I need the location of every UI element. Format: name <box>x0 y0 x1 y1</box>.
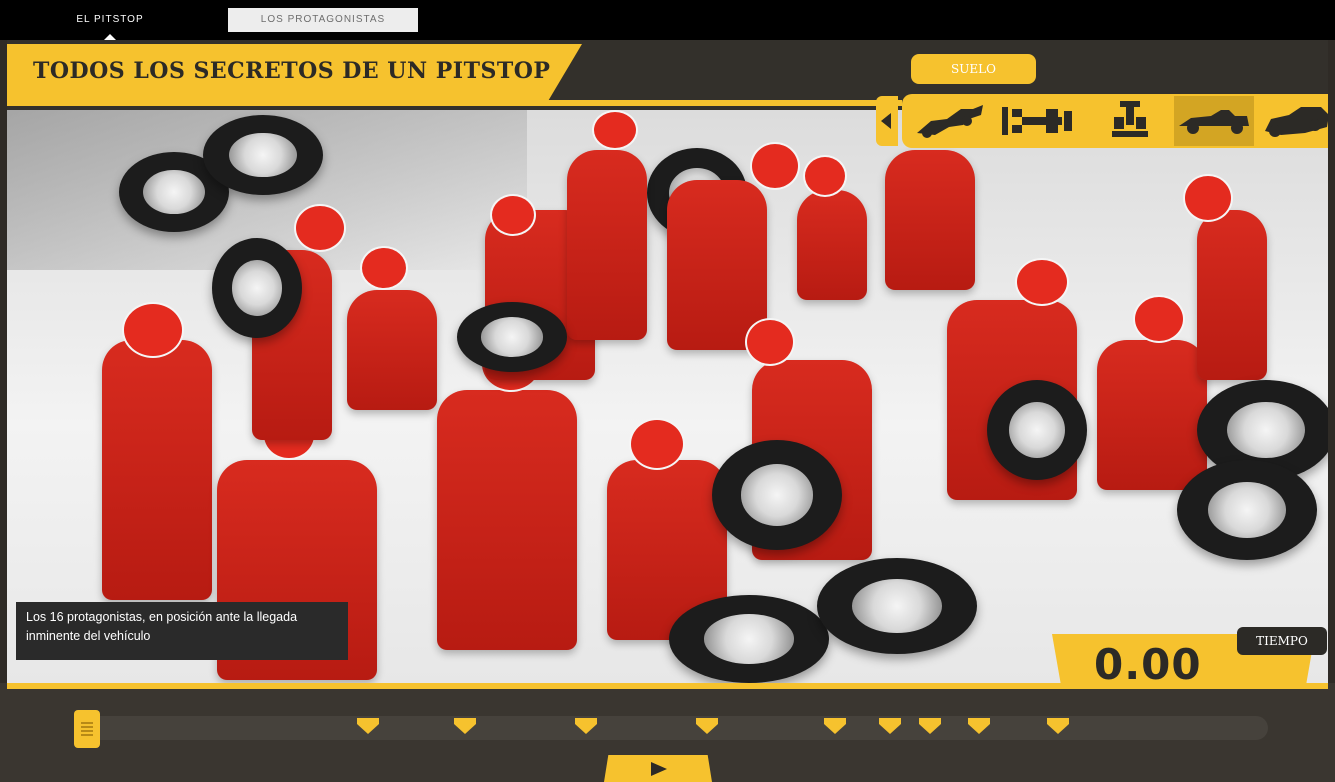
timeline-track[interactable] <box>86 716 1268 740</box>
pitstop-scene-image <box>7 110 1328 683</box>
timeline-top-border <box>7 683 1328 689</box>
play-button[interactable] <box>604 755 712 782</box>
view-label-suelo: SUELO <box>911 54 1036 84</box>
view-btn-car-front[interactable] <box>1090 96 1170 146</box>
helmet <box>1015 258 1069 306</box>
helmet <box>1183 174 1233 222</box>
timeline-marker-icon[interactable] <box>877 716 903 736</box>
crew-member <box>1197 210 1267 380</box>
crew-member <box>102 340 212 600</box>
car-top-icon <box>1002 107 1072 135</box>
timer-value: 0.00 <box>1094 640 1202 689</box>
tab-el-pitstop[interactable]: EL PITSTOP <box>40 8 180 42</box>
tyre <box>987 380 1087 480</box>
car-angle-icon <box>917 105 983 138</box>
view-btn-car-rear-angle[interactable] <box>1256 96 1335 146</box>
crew-member <box>567 150 647 340</box>
helmet <box>803 155 847 197</box>
timeline-scrubber-handle[interactable] <box>74 710 100 748</box>
timeline-marker-icon[interactable] <box>917 716 943 736</box>
car-side-icon <box>1179 110 1249 134</box>
crew-member <box>347 290 437 410</box>
tyre-stack <box>203 115 323 195</box>
helmet <box>592 110 638 150</box>
timeline-marker-icon[interactable] <box>355 716 381 736</box>
tyre <box>817 558 977 654</box>
view-panel-collapse-button[interactable] <box>876 96 898 146</box>
helmet <box>629 418 685 470</box>
helmet <box>745 318 795 366</box>
helmet <box>294 204 346 252</box>
timeline-marker-icon[interactable] <box>822 716 848 736</box>
helmet <box>360 246 408 290</box>
car-rear-angle-icon <box>1265 107 1329 137</box>
helmet <box>122 302 184 358</box>
tab-los-protagonistas[interactable]: LOS PROTAGONISTAS <box>228 8 418 32</box>
timeline-marker-icon[interactable] <box>1045 716 1071 736</box>
chevron-left-icon <box>881 113 891 129</box>
scene-caption: Los 16 protagonistas, en posición ante l… <box>16 602 348 660</box>
timeline-marker-icon[interactable] <box>573 716 599 736</box>
tab-label-protagonistas: LOS PROTAGONISTAS <box>260 14 386 25</box>
timer-label: TIEMPO <box>1237 627 1327 655</box>
helmet <box>750 142 800 190</box>
crew-member <box>1097 340 1207 490</box>
top-nav-bar: EL PITSTOP LOS PROTAGONISTAS <box>0 0 1335 42</box>
tyre <box>712 440 842 550</box>
tab-label-pitstop: EL PITSTOP <box>76 14 144 25</box>
timeline-marker-icon[interactable] <box>452 716 478 736</box>
helmet <box>1133 295 1185 343</box>
tyre <box>457 302 567 372</box>
tyre <box>212 238 302 338</box>
helmet <box>490 194 536 236</box>
banner-underline <box>7 100 902 106</box>
car-front-icon <box>1112 101 1148 137</box>
tyre <box>669 595 829 683</box>
page-title: TODOS LOS SECRETOS DE UN PITSTOP <box>33 58 551 84</box>
crew-member <box>885 150 975 290</box>
crew-member <box>437 390 577 650</box>
timeline-marker-icon[interactable] <box>694 716 720 736</box>
tyre <box>1177 460 1317 560</box>
play-icon <box>651 762 667 776</box>
timeline-marker-icon[interactable] <box>966 716 992 736</box>
view-btn-car-top[interactable] <box>998 96 1078 146</box>
view-btn-car-angle[interactable] <box>910 96 990 146</box>
crew-member <box>797 190 867 300</box>
view-btn-car-side[interactable] <box>1174 96 1254 146</box>
